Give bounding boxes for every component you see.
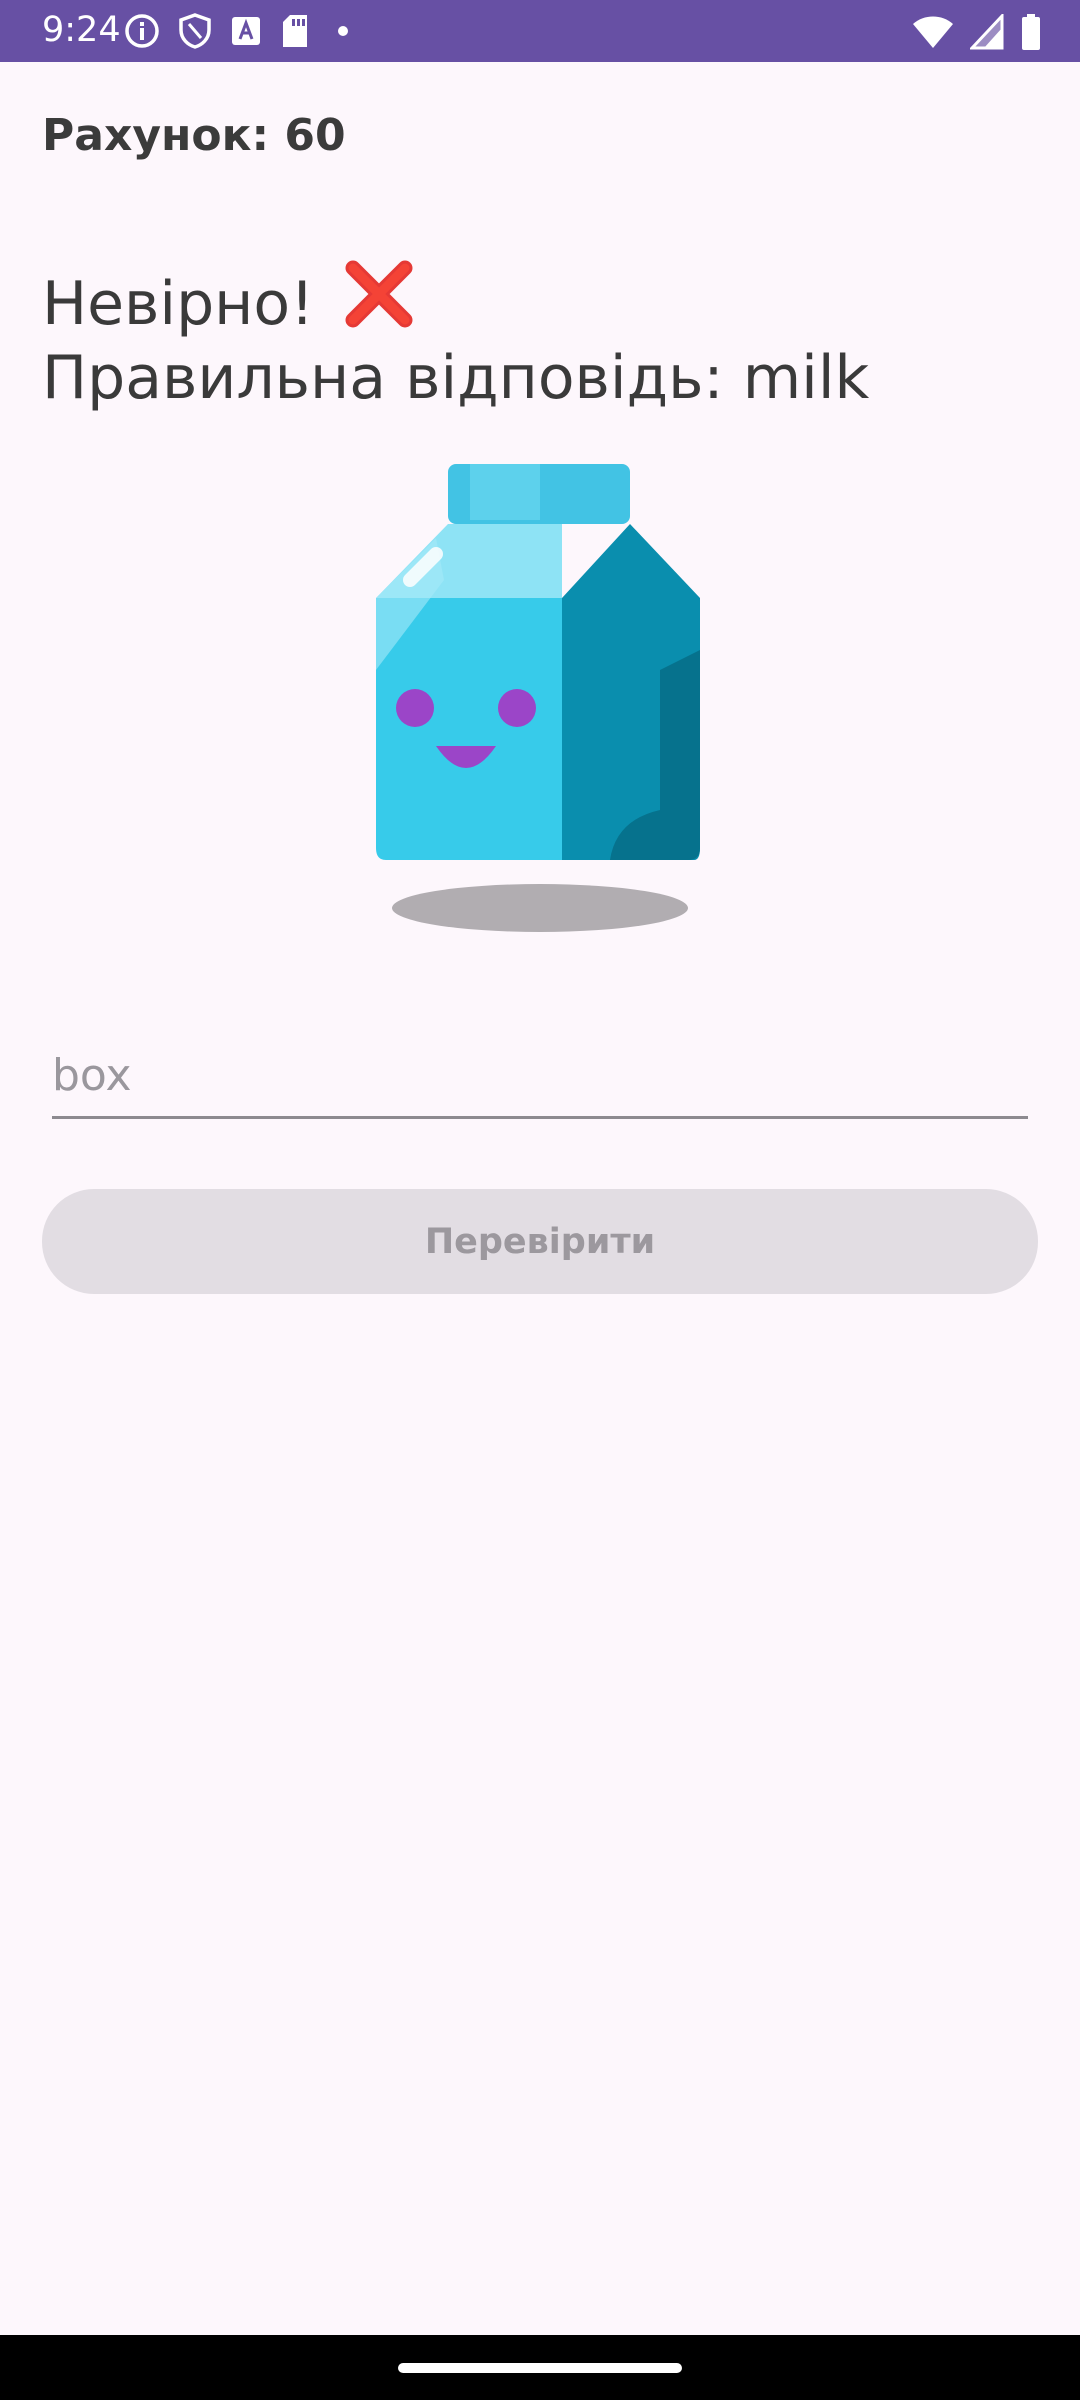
battery-icon [1022, 14, 1040, 50]
correct-answer-text: Правильна відповідь: milk [42, 343, 870, 413]
font-download-icon [232, 17, 260, 45]
dot-icon [338, 26, 348, 36]
info-icon [125, 14, 159, 48]
result-status-text: Невірно! [42, 269, 334, 339]
result-message: Невірно! Правильна відповідь: milk [42, 258, 869, 415]
score-label: Рахунок: 60 [42, 110, 346, 161]
status-bar: 9:24 [0, 0, 1080, 62]
status-icons-left [124, 13, 358, 49]
shield-icon [179, 13, 211, 49]
navigation-bar [0, 2335, 1080, 2400]
check-button[interactable]: Перевірити [42, 1189, 1038, 1294]
home-indicator[interactable] [398, 2363, 682, 2373]
milk-carton-icon [376, 464, 700, 932]
red-cross-mark-icon [345, 260, 413, 328]
status-time: 9:24 [42, 10, 121, 50]
status-icons-right [912, 13, 1042, 51]
wifi-icon [913, 16, 953, 48]
answer-input[interactable] [52, 1040, 1028, 1110]
sd-card-icon [283, 15, 307, 47]
answer-input-field[interactable] [52, 1040, 1028, 1119]
signal-icon [970, 14, 1004, 50]
result-status-line: Невірно! [42, 258, 869, 341]
